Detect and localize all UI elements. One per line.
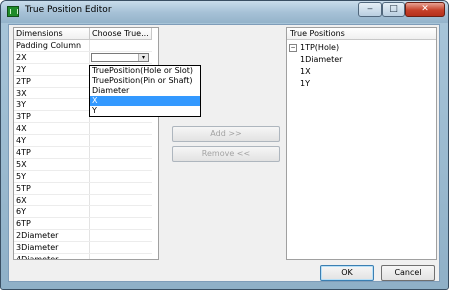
dimension-cell[interactable]: 4Diameter	[14, 254, 90, 259]
table-row[interactable]: Padding Column	[14, 40, 152, 52]
dialog-window: True Position Editor ‒ □ ✕ Dimensions Ch…	[0, 0, 449, 290]
dimension-cell[interactable]: 5X	[14, 158, 90, 170]
tree-node-child[interactable]: 1X	[300, 66, 311, 78]
cancel-button[interactable]: Cancel	[381, 265, 435, 281]
dimension-cell[interactable]: 3Diameter	[14, 242, 90, 254]
ok-button[interactable]: OK	[320, 265, 374, 281]
table-row[interactable]: 4Y	[14, 135, 152, 148]
true-positions-tree: True Positions −1TP(Hole) 1Diameter 1X 1…	[286, 27, 437, 260]
table-row[interactable]: 5TP	[14, 182, 152, 195]
dimension-cell[interactable]: 6X	[14, 194, 90, 206]
choose-cell[interactable]	[90, 218, 152, 229]
dropdown-arrow-icon[interactable]: ▾	[138, 53, 148, 61]
choose-cell[interactable]	[90, 242, 152, 253]
choose-cell[interactable]	[90, 135, 152, 146]
choose-cell[interactable]	[90, 230, 152, 241]
choose-cell[interactable]	[90, 254, 152, 259]
collapse-icon[interactable]: −	[289, 44, 297, 52]
choose-cell[interactable]	[90, 159, 152, 170]
dimension-cell[interactable]: 4X	[14, 123, 90, 135]
dropdown-option[interactable]: Y	[90, 106, 200, 116]
dimension-cell[interactable]: 6Y	[14, 206, 90, 218]
table-row[interactable]: 2Diameter	[14, 230, 152, 243]
choose-cell[interactable]	[90, 40, 152, 51]
choose-cell[interactable]	[90, 123, 152, 134]
choose-cell[interactable]	[90, 171, 152, 182]
add-button[interactable]: Add >>	[172, 126, 280, 142]
table-row[interactable]: 6X	[14, 194, 152, 207]
dimension-cell[interactable]: 2X	[14, 51, 90, 63]
column-header-dimensions[interactable]: Dimensions	[14, 28, 90, 40]
choose-cell[interactable]	[90, 195, 152, 206]
dimension-cell[interactable]: 5TP	[14, 182, 90, 194]
grid-header: Dimensions Choose True...	[14, 28, 152, 40]
dimension-cell[interactable]: 2TP	[14, 75, 90, 87]
dimension-cell[interactable]: 3Y	[14, 99, 90, 111]
column-header-choose[interactable]: Choose True...	[90, 28, 152, 40]
tree-node-child[interactable]: 1Diameter	[300, 54, 342, 66]
tree-node-label: 1TP(Hole)	[300, 43, 340, 52]
choose-dropdown-list[interactable]: TruePosition(Hole or Slot) TruePosition(P…	[89, 65, 201, 117]
dimension-cell[interactable]: 3TP	[14, 111, 90, 123]
window-title: True Position Editor	[25, 5, 112, 15]
dimension-cell[interactable]: 4TP	[14, 147, 90, 158]
tree-header: True Positions	[287, 28, 436, 40]
choose-cell[interactable]: ▾	[90, 52, 152, 63]
dimension-cell[interactable]: 2Diameter	[14, 230, 90, 242]
dimension-cell[interactable]: 2Y	[14, 63, 90, 75]
dimension-cell[interactable]: Padding Column	[14, 40, 90, 51]
minimize-button[interactable]: ‒	[358, 2, 382, 17]
choose-combobox[interactable]: ▾	[91, 52, 149, 62]
dialog-client-area: Dimensions Choose True... Padding Column…	[8, 24, 440, 282]
table-row[interactable]: 4Diameter	[14, 254, 152, 259]
table-row[interactable]: 2X ▾	[14, 51, 152, 64]
dimension-cell[interactable]: 5Y	[14, 170, 90, 182]
table-row[interactable]: 6TP	[14, 218, 152, 231]
dropdown-option[interactable]: TruePosition(Pin or Shaft)	[90, 76, 200, 86]
dropdown-option[interactable]: TruePosition(Hole or Slot)	[90, 66, 200, 76]
table-row[interactable]: 5Y	[14, 170, 152, 183]
dimension-cell[interactable]: 4Y	[14, 135, 90, 147]
table-row[interactable]: 3Diameter	[14, 242, 152, 255]
dimension-cell[interactable]: 6TP	[14, 218, 90, 230]
tree-node-child[interactable]: 1Y	[300, 78, 310, 90]
dropdown-option[interactable]: Diameter	[90, 86, 200, 96]
tree-node-root[interactable]: −1TP(Hole)	[289, 42, 339, 54]
app-icon	[7, 6, 19, 17]
title-bar[interactable]: True Position Editor ‒ □ ✕	[1, 1, 448, 23]
remove-button[interactable]: Remove <<	[172, 146, 280, 162]
table-row[interactable]: 6Y	[14, 206, 152, 219]
table-row[interactable]: 4X	[14, 123, 152, 136]
choose-cell[interactable]	[90, 147, 152, 158]
close-button[interactable]: ✕	[405, 2, 445, 17]
dropdown-option[interactable]: X	[90, 96, 200, 106]
table-row[interactable]: 4TP	[14, 147, 152, 159]
choose-cell[interactable]	[90, 206, 152, 217]
choose-cell[interactable]	[90, 183, 152, 194]
dimension-cell[interactable]: 3X	[14, 87, 90, 99]
maximize-button[interactable]: □	[382, 2, 405, 17]
table-row[interactable]: 5X	[14, 158, 152, 171]
dimensions-grid: Dimensions Choose True... Padding Column…	[13, 27, 159, 260]
